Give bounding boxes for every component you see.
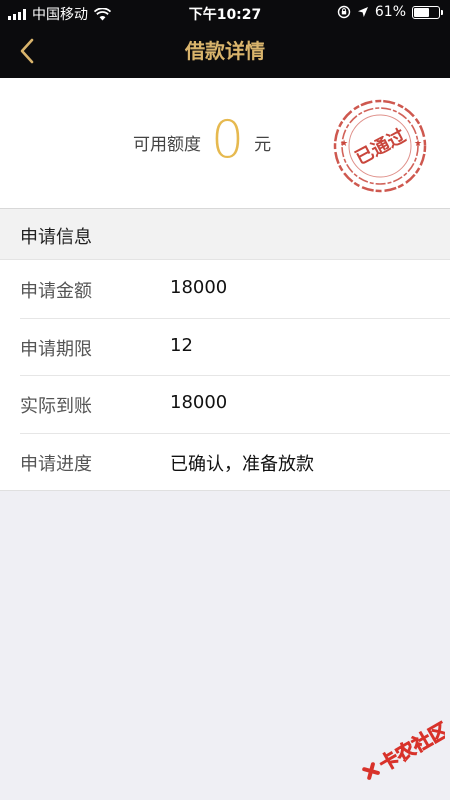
credit-line: 可用额度 0 元 [133, 112, 271, 168]
svg-text:★: ★ [414, 139, 422, 149]
watermark-logo: 卡农社区 [362, 718, 445, 780]
info-row-progress: 申请进度 已确认，准备放款 [0, 432, 450, 491]
info-row-term: 申请期限 12 [0, 317, 450, 376]
row-value: 12 [170, 334, 193, 356]
application-info-list: 申请金额 18000 申请期限 12 实际到账 18000 申请进度 已确认，准… [0, 260, 450, 491]
battery-percent: 61% [374, 4, 406, 20]
battery-icon [412, 5, 443, 19]
orientation-lock-icon [337, 5, 351, 19]
info-row-received: 实际到账 18000 [0, 375, 450, 433]
location-icon [357, 7, 368, 17]
row-value: 已确认，准备放款 [170, 453, 314, 475]
battery-fill [414, 7, 429, 17]
page-title: 借款详情 [185, 39, 265, 63]
credit-value: 0 [211, 110, 245, 170]
watermark-text: 卡农社区 [375, 718, 445, 776]
status-bar: 中国移动 下午10:27 61% [0, 0, 450, 26]
status-right: 61% [337, 4, 443, 20]
svg-text:★: ★ [340, 139, 348, 149]
row-label: 申请期限 [20, 338, 92, 360]
row-label: 申请进度 [20, 453, 92, 475]
approved-stamp: ★ ★ 已通过 [333, 99, 427, 193]
credit-label: 可用额度 [133, 134, 201, 155]
row-value: 18000 [170, 277, 228, 298]
stamp-text: 已通过 [351, 124, 409, 169]
row-label: 申请金额 [20, 281, 92, 302]
section-title: 申请信息 [20, 227, 92, 248]
credit-summary: 可用额度 0 元 ★ ★ 已通过 [0, 78, 450, 208]
section-header: 申请信息 [0, 208, 450, 260]
info-row-amount: 申请金额 18000 [0, 260, 450, 318]
row-label: 实际到账 [20, 396, 92, 417]
row-value: 18000 [170, 392, 228, 413]
nav-bar: 借款详情 [0, 26, 450, 78]
credit-unit: 元 [254, 134, 272, 155]
